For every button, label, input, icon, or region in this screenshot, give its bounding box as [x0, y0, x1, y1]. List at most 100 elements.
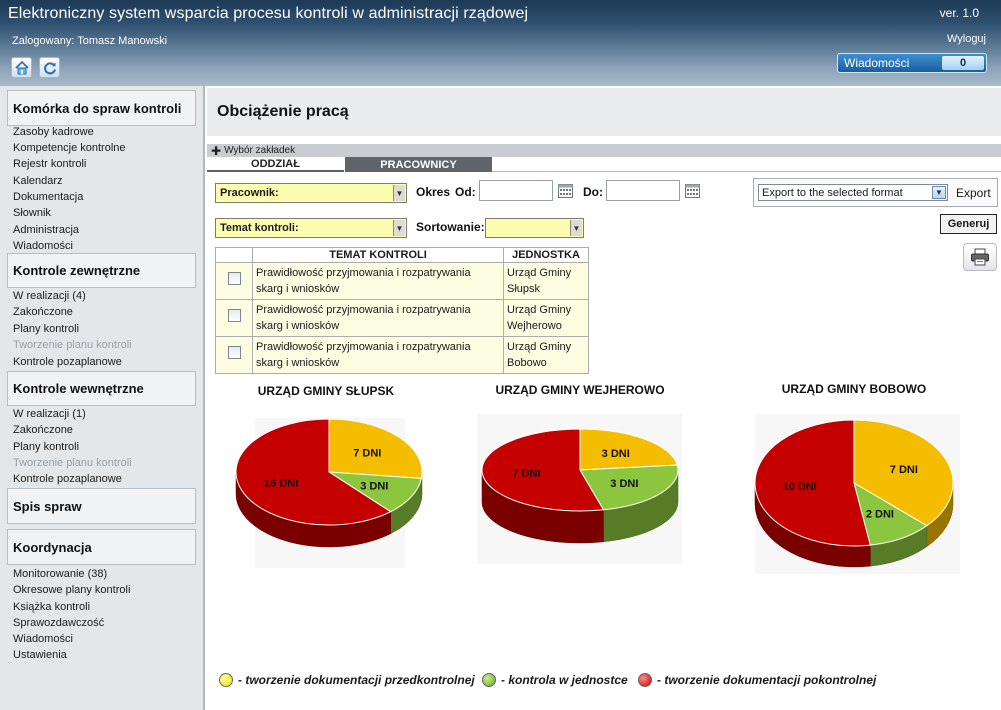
sidebar-item-ustawienia[interactable]: Ustawienia	[13, 649, 67, 661]
sidebar-section-koordynacja[interactable]: Koordynacja	[7, 529, 196, 565]
sidebar: Komórka do spraw kontroli Zasoby kadrowe…	[0, 86, 205, 710]
sidebar-item-koord-wiadomosci[interactable]: Wiadomości	[13, 633, 73, 645]
employee-select-label: Pracownik:	[220, 187, 279, 199]
sidebar-item-kalendarz[interactable]: Kalendarz	[13, 175, 63, 187]
table-header-row: TEMAT KONTROLI JEDNOSTKA	[215, 247, 589, 263]
sidebar-section-spis-spraw[interactable]: Spis spraw	[7, 488, 196, 524]
print-button[interactable]	[963, 243, 997, 271]
logout-link[interactable]: Wyloguj	[947, 33, 986, 45]
sidebar-item-zew-plany[interactable]: Plany kontroli	[13, 323, 79, 335]
sidebar-item-wiadomosci[interactable]: Wiadomości	[13, 240, 73, 252]
sidebar-item-zew-pozaplanowe[interactable]: Kontrole pozaplanowe	[13, 356, 122, 368]
messages-button[interactable]: Wiadomości 0	[837, 53, 987, 73]
sidebar-section-kontrole-zewnetrzne[interactable]: Kontrole zewnętrzne	[7, 253, 196, 288]
app-version: ver. 1.0	[939, 6, 979, 20]
sidebar-item-rejestr[interactable]: Rejestr kontroli	[13, 158, 86, 170]
sidebar-item-sprawozdawczosc[interactable]: Sprawozdawczość	[13, 617, 104, 629]
pie-slice-label: 3 DNI	[602, 448, 630, 460]
tab-oddzial[interactable]: ODDZIAŁ	[207, 157, 344, 172]
sidebar-item-wew-tworzenie-planu: Tworzenie planu kontroli	[13, 457, 132, 469]
calendar-icon[interactable]	[558, 184, 573, 198]
employee-select[interactable]: Pracownik: ▼	[215, 183, 407, 203]
table-cell-unit: Urząd Gminy Wejherowo	[503, 299, 589, 337]
sort-label: Sortowanie:	[416, 220, 485, 234]
date-from-input[interactable]	[479, 180, 553, 201]
generate-button[interactable]: Generuj	[940, 214, 997, 234]
sidebar-item-administracja[interactable]: Administracja	[13, 224, 79, 236]
sidebar-item-wew-w-realizacji[interactable]: W realizacji (1)	[13, 408, 86, 420]
row-checkbox[interactable]	[227, 272, 241, 285]
refresh-icon	[43, 61, 56, 74]
pie-slice-label: 2 DNI	[866, 508, 894, 520]
sidebar-item-wew-plany[interactable]: Plany kontroli	[13, 441, 79, 453]
chart-title-wejherowo: URZĄD GMINY WEJHEROWO	[495, 383, 665, 397]
messages-label: Wiadomości	[844, 56, 910, 70]
pie-slice-label: 7 DNI	[890, 464, 918, 476]
sidebar-item-wew-pozaplanowe[interactable]: Kontrole pozaplanowe	[13, 473, 122, 485]
sidebar-item-ksiazka-kontroli[interactable]: Książka kontroli	[13, 601, 90, 613]
table-row[interactable]: Prawidłowość przyjmowania i rozpatrywani…	[215, 336, 589, 374]
export-panel: Export to the selected format ▼ Export	[753, 178, 998, 207]
tab-underline	[492, 171, 1001, 172]
legend-dot-yellow	[219, 673, 233, 687]
pie-slice-label: 3 DNI	[610, 478, 638, 490]
messages-count: 0	[942, 56, 984, 70]
sidebar-item-monitorowanie[interactable]: Monitorowanie (38)	[13, 568, 107, 580]
export-format-select[interactable]: Export to the selected format ▼	[758, 184, 948, 201]
home-icon	[14, 60, 29, 74]
tab-pracownicy[interactable]: PRACOWNICY	[345, 157, 492, 172]
sidebar-item-okresowe-plany[interactable]: Okresowe plany kontroli	[13, 584, 130, 596]
pie-slice-label: 7 DNI	[353, 448, 381, 460]
pie-chart: 7 DNI 2 DNI 10 DNI	[754, 414, 960, 574]
table-cell-topic: Prawidłowość przyjmowania i rozpatrywani…	[252, 336, 504, 374]
calendar-icon[interactable]	[685, 184, 700, 198]
page-title: Obciążenie pracą	[217, 103, 349, 120]
legend-label: - tworzenie dokumentacji przedkontrolnej	[238, 673, 475, 687]
sort-select[interactable]: ▼	[485, 218, 584, 238]
sidebar-item-dokumentacja[interactable]: Dokumentacja	[13, 191, 83, 203]
row-checkbox[interactable]	[227, 309, 241, 322]
sidebar-item-zew-zakonczone[interactable]: Zakończone	[13, 306, 73, 318]
legend-item-kontrola: - kontrola w jednostce	[482, 673, 628, 687]
table-cell-unit: Urząd Gminy Słupsk	[503, 262, 589, 300]
table-cell-checkbox	[215, 262, 253, 300]
tab-selector[interactable]: ✚ Wybór zakładek	[207, 143, 1001, 158]
pie-slice-label: 10 DNI	[783, 481, 817, 493]
sidebar-item-wew-zakonczone[interactable]: Zakończone	[13, 424, 73, 436]
app-title: Elektroniczny system wsparcia procesu ko…	[8, 5, 529, 22]
print-icon	[971, 248, 989, 266]
pie-chart: 3 DNI 3 DNI 7 DNI	[477, 414, 682, 564]
logged-in-user: Zalogowany: Tomasz Manowski	[12, 35, 168, 47]
legend-item-pokontrolna: - tworzenie dokumentacji pokontrolnej	[638, 673, 876, 687]
table-cell-checkbox	[215, 336, 253, 374]
tab-selector-label: Wybór zakładek	[224, 145, 296, 156]
date-to-input[interactable]	[606, 180, 680, 201]
pie-slice-label: 3 DNI	[360, 481, 388, 493]
chart-title-slupsk: URZĄD GMINY SŁUPSK	[257, 384, 395, 398]
export-button[interactable]: Export	[956, 186, 991, 200]
topic-select[interactable]: Temat kontroli: ▼	[215, 218, 407, 238]
table-cell-topic: Prawidłowość przyjmowania i rozpatrywani…	[252, 262, 504, 300]
home-button[interactable]	[11, 57, 32, 78]
sidebar-section-komorka[interactable]: Komórka do spraw kontroli	[7, 90, 196, 126]
table-row[interactable]: Prawidłowość przyjmowania i rozpatrywani…	[215, 299, 589, 337]
table-header-checkbox	[215, 247, 253, 263]
export-format-value: Export to the selected format	[762, 186, 903, 199]
to-label: Do:	[583, 185, 603, 199]
sidebar-section-kontrole-wewnetrzne[interactable]: Kontrole wewnętrzne	[7, 371, 196, 406]
sidebar-item-slownik[interactable]: Słownik	[13, 207, 51, 219]
chevron-down-icon: ▼	[393, 185, 405, 201]
chevron-down-icon: ▼	[570, 220, 582, 236]
table-cell-topic: Prawidłowość przyjmowania i rozpatrywani…	[252, 299, 504, 337]
table-row[interactable]: Prawidłowość przyjmowania i rozpatrywani…	[215, 262, 589, 300]
plus-icon: ✚	[211, 143, 222, 158]
sidebar-item-zasoby-kadrowe[interactable]: Zasoby kadrowe	[13, 126, 94, 138]
refresh-button[interactable]	[39, 57, 60, 78]
sidebar-item-zew-w-realizacji[interactable]: W realizacji (4)	[13, 290, 86, 302]
chevron-down-icon: ▼	[932, 186, 946, 199]
topic-select-label: Temat kontroli:	[220, 222, 299, 234]
pie-slice-label: 16 DNI	[264, 477, 298, 489]
pie-chart: 7 DNI 3 DNI 16 DNI	[235, 418, 423, 568]
row-checkbox[interactable]	[227, 346, 241, 359]
sidebar-item-kompetencje[interactable]: Kompetencje kontrolne	[13, 142, 126, 154]
